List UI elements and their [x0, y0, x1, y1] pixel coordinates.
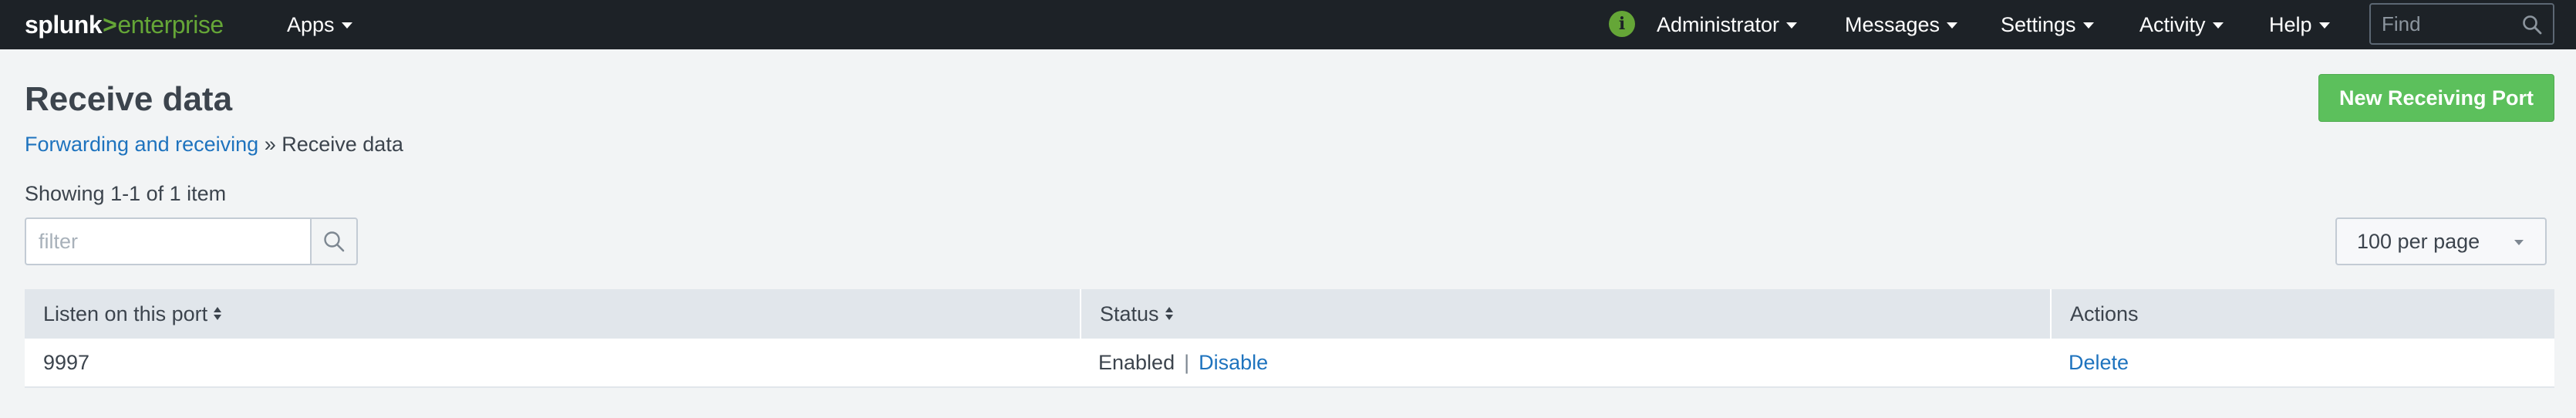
activity-menu-label: Activity — [2139, 12, 2206, 36]
chevron-down-icon — [2212, 22, 2224, 29]
filter-input[interactable] — [25, 217, 310, 265]
breadcrumb-link-forwarding[interactable]: Forwarding and receiving — [25, 133, 258, 156]
chevron-down-icon — [1786, 22, 1798, 29]
breadcrumb-current: Receive data — [282, 133, 403, 156]
filter-search-button[interactable] — [310, 217, 358, 265]
settings-menu-label: Settings — [2001, 12, 2076, 36]
find-search-box — [2369, 3, 2554, 45]
chevron-down-icon — [2318, 22, 2330, 29]
activity-menu[interactable]: Activity — [2139, 0, 2224, 49]
status-separator: | — [1184, 350, 1190, 374]
cell-actions: Delete — [2050, 339, 2554, 386]
chevron-down-icon — [2514, 240, 2524, 245]
column-header-status[interactable]: Status — [1080, 289, 2050, 339]
per-page-dropdown[interactable]: 100 per page — [2335, 217, 2547, 265]
table-row: 9997 Enabled | Disable Delete — [25, 339, 2554, 388]
messages-menu-label: Messages — [1845, 12, 1940, 36]
breadcrumb: Forwarding and receiving » Receive data — [25, 133, 403, 157]
settings-menu[interactable]: Settings — [2001, 0, 2094, 49]
cell-status: Enabled | Disable — [1080, 339, 2050, 386]
splunk-logo[interactable]: splunk > enterprise — [25, 0, 224, 49]
status-text: Enabled — [1098, 350, 1175, 374]
help-menu[interactable]: Help — [2269, 0, 2330, 49]
search-icon[interactable] — [2522, 15, 2542, 35]
find-input[interactable] — [2371, 12, 2510, 36]
chevron-down-icon — [341, 22, 352, 29]
messages-menu[interactable]: Messages — [1845, 0, 1958, 49]
disable-link[interactable]: Disable — [1199, 351, 1268, 375]
per-page-label: 100 per page — [2357, 229, 2480, 253]
info-icon[interactable]: i — [1609, 11, 1635, 37]
search-icon — [324, 231, 345, 252]
logo-main: splunk — [25, 10, 103, 39]
delete-link[interactable]: Delete — [2069, 351, 2129, 375]
new-receiving-port-button[interactable]: New Receiving Port — [2318, 74, 2554, 122]
administrator-menu-label: Administrator — [1657, 12, 1780, 36]
breadcrumb-separator: » — [264, 133, 276, 156]
showing-count: Showing 1-1 of 1 item — [25, 182, 227, 205]
top-navigation-bar: splunk > enterprise Apps i Administrator M… — [0, 0, 2576, 49]
chevron-down-icon — [1947, 22, 1958, 29]
column-header-port[interactable]: Listen on this port — [25, 289, 1080, 339]
receiving-ports-table: Listen on this port Status Actions 9997 … — [25, 289, 2554, 388]
filter-group — [25, 217, 358, 265]
logo-chevron: > — [103, 10, 117, 39]
cell-port: 9997 — [43, 350, 90, 374]
table-header: Listen on this port Status Actions — [25, 289, 2554, 339]
help-menu-label: Help — [2269, 12, 2312, 36]
logo-product: enterprise — [117, 10, 224, 39]
sort-icon — [1165, 307, 1173, 321]
administrator-menu[interactable]: Administrator — [1657, 0, 1798, 49]
column-header-actions: Actions — [2050, 289, 2554, 339]
apps-menu[interactable]: Apps — [287, 0, 352, 49]
chevron-down-icon — [2082, 22, 2094, 29]
sort-icon — [214, 307, 222, 321]
page-title: Receive data — [25, 80, 233, 118]
apps-menu-label: Apps — [287, 12, 335, 36]
